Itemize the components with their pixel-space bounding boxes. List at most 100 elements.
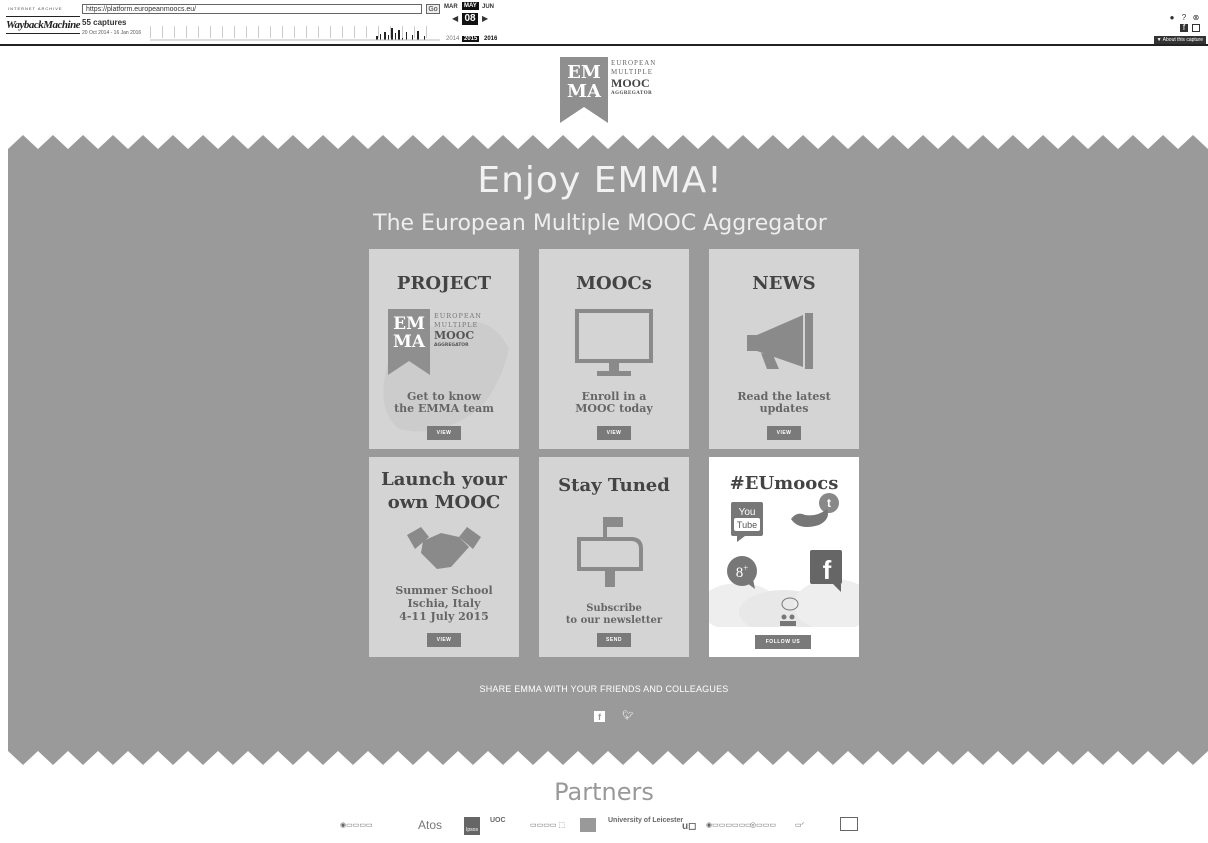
timeline-tick (426, 26, 427, 38)
card-tuned-desc1: Subscribe (586, 603, 642, 614)
logo-line3: MOOC (611, 76, 650, 90)
wayback-logo[interactable]: INTERNET ARCHIVE WaybackMachine (6, 4, 81, 40)
logo-em: EM (567, 62, 601, 83)
timeline-tick (402, 26, 403, 38)
logo-line4: AGGREGATOR (611, 91, 653, 96)
card-news[interactable]: NEWS Read the latest updates VIEW (709, 249, 859, 449)
card-moocs-title: MOOCs (576, 273, 652, 294)
card-launch-title2: own MOOC (387, 492, 501, 513)
card-tuned-title: Stay Tuned (558, 475, 670, 496)
facebook-icon[interactable]: f (1180, 24, 1188, 32)
timeline-tick (210, 26, 211, 38)
moocs-view-button[interactable]: VIEW (597, 426, 631, 440)
partner-logo-block[interactable] (580, 818, 596, 832)
partner-logo-university[interactable]: ◉▭▭▭▭▭▭ (706, 821, 752, 829)
emma-logo[interactable]: EM MA EUROPEAN MULTIPLE MOOC AGGREGATOR (560, 57, 670, 125)
timeline-tick (198, 26, 199, 38)
partner-logo-ipsos[interactable]: Ipsos (464, 817, 480, 835)
wayback-toolbar: INTERNET ARCHIVE WaybackMachine https://… (0, 0, 1208, 46)
share-twitter-icon[interactable]: 🐦︎ (622, 710, 633, 721)
month-current: MAY (462, 2, 479, 10)
card-launch[interactable]: Launch your own MOOC Summer School Ischi… (369, 457, 519, 657)
captures-range: 20 Oct 2014 - 16 Jan 2016 (82, 30, 142, 36)
captures-sparkline[interactable] (150, 20, 440, 42)
svg-text:AGGREGATOR: AGGREGATOR (434, 342, 469, 348)
partner-logo-u[interactable]: u◻ (682, 821, 696, 832)
partner-logo-federica[interactable]: ◉▭▭▭▭ (340, 821, 373, 829)
card-project-title: PROJECT (396, 273, 492, 294)
year-prev[interactable]: 2014 (446, 36, 459, 42)
newsletter-send-button[interactable]: SEND (597, 633, 631, 647)
timeline-tick (162, 26, 163, 38)
month-prev[interactable]: MAR (444, 4, 458, 10)
monitor-icon (575, 309, 653, 376)
follow-us-button[interactable]: FOLLOW US (755, 635, 811, 649)
month-navigator: MAR MAY JUN ◀ 08 ▶ 2014 2015 2016 (444, 2, 500, 44)
card-tuned-desc2: to our newsletter (565, 615, 663, 626)
timeline-tick (294, 26, 295, 38)
timeline-tick (234, 26, 235, 38)
timeline-tick (246, 26, 247, 38)
google-plus-icon[interactable]: 8+ (725, 555, 759, 591)
about-capture-link[interactable]: ▼ About this capture (1153, 36, 1206, 44)
toolbar-right: ● ? ⊗ f ▼ About this capture (1153, 10, 1206, 44)
svg-text:You: You (739, 507, 756, 518)
partner-logo-open-universiteit[interactable]: ▭▭▭▭ ⬚ (530, 821, 565, 829)
svg-text:EUROPEAN: EUROPEAN (434, 312, 482, 320)
wayback-go-button[interactable]: Go (426, 4, 440, 14)
project-view-button[interactable]: VIEW (427, 426, 461, 440)
partner-logo-atos[interactable]: Atos (418, 818, 442, 832)
card-moocs[interactable]: MOOCs Enroll in a MOOC today VIEW (539, 249, 689, 449)
hero-title: Enjoy EMMA! (477, 160, 723, 201)
partner-logo-uoc[interactable]: UOC (490, 817, 506, 824)
capture-day: 08 (462, 13, 478, 25)
partner-logos: ◉▭▭▭▭ Atos Ipsos UOC ▭▭▭▭ ⬚ University o… (340, 817, 870, 837)
card-project[interactable]: PROJECT EM MA EUROPEAN MULTIPLE MOOC AGG… (369, 249, 519, 449)
project-logo-icon: EM MA EUROPEAN MULTIPLE MOOC AGGREGATOR (388, 309, 482, 375)
launch-view-button[interactable]: VIEW (427, 633, 461, 647)
partner-logo-csp[interactable]: ▭◜ (795, 821, 804, 829)
partner-logo-box[interactable] (840, 817, 858, 831)
card-news-title: NEWS (752, 273, 816, 294)
timeline-tick (330, 26, 331, 38)
logo-ma: MA (567, 81, 602, 102)
card-moocs-desc2: MOOC today (575, 402, 653, 415)
card-social[interactable]: #EUmoocs You Tube t 8+ f FOLLOW US (709, 457, 859, 657)
youtube-icon[interactable]: You Tube (729, 502, 765, 542)
card-launch-title1: Launch your (381, 469, 507, 490)
svg-text:EM: EM (393, 314, 425, 334)
next-capture-arrow-icon[interactable]: ▶ (482, 14, 488, 23)
captures-link[interactable]: 55 captures (82, 18, 126, 27)
svg-text:t: t (827, 496, 831, 510)
twitter-icon[interactable] (1192, 24, 1200, 32)
megaphone-icon (747, 313, 813, 369)
timeline-tick (354, 26, 355, 38)
timeline-tick (174, 26, 175, 38)
card-stay-tuned[interactable]: Stay Tuned Subscribe to our newsletter S… (539, 457, 689, 657)
year-current: 2015 (462, 36, 480, 42)
month-next[interactable]: JUN (482, 4, 494, 10)
handshake-icon (407, 527, 481, 569)
hero-subtitle: The European Multiple MOOC Aggregator (373, 211, 827, 236)
help-icon[interactable]: ? (1180, 14, 1188, 22)
prev-capture-arrow-icon[interactable]: ◀ (452, 14, 458, 23)
timeline-tick (222, 26, 223, 38)
year-next[interactable]: 2016 (484, 36, 497, 42)
timeline-tick (342, 26, 343, 38)
timeline-tick (282, 26, 283, 38)
facebook-f-icon[interactable]: f (809, 550, 845, 592)
card-launch-desc1: Summer School (395, 584, 493, 597)
wayback-brand: WaybackMachine (6, 16, 81, 34)
twitter-bird-icon[interactable]: t (789, 491, 841, 535)
timeline-tick (366, 26, 367, 38)
news-view-button[interactable]: VIEW (767, 426, 801, 440)
share-facebook-icon[interactable]: f (594, 711, 605, 722)
community-chat-icon[interactable] (777, 597, 799, 627)
partner-logo-seal[interactable]: ◎▭▭▭ (750, 821, 776, 829)
user-icon[interactable]: ● (1168, 14, 1176, 22)
partner-logo-leicester[interactable]: University of Leicester (608, 817, 683, 824)
close-icon[interactable]: ⊗ (1192, 14, 1200, 22)
card-launch-desc3: 4-11 July 2015 (399, 610, 489, 623)
wayback-url-input[interactable]: https://platform.europeanmoocs.eu/ (82, 4, 422, 14)
share-text: SHARE EMMA WITH YOUR FRIENDS AND COLLEAG… (479, 684, 729, 694)
